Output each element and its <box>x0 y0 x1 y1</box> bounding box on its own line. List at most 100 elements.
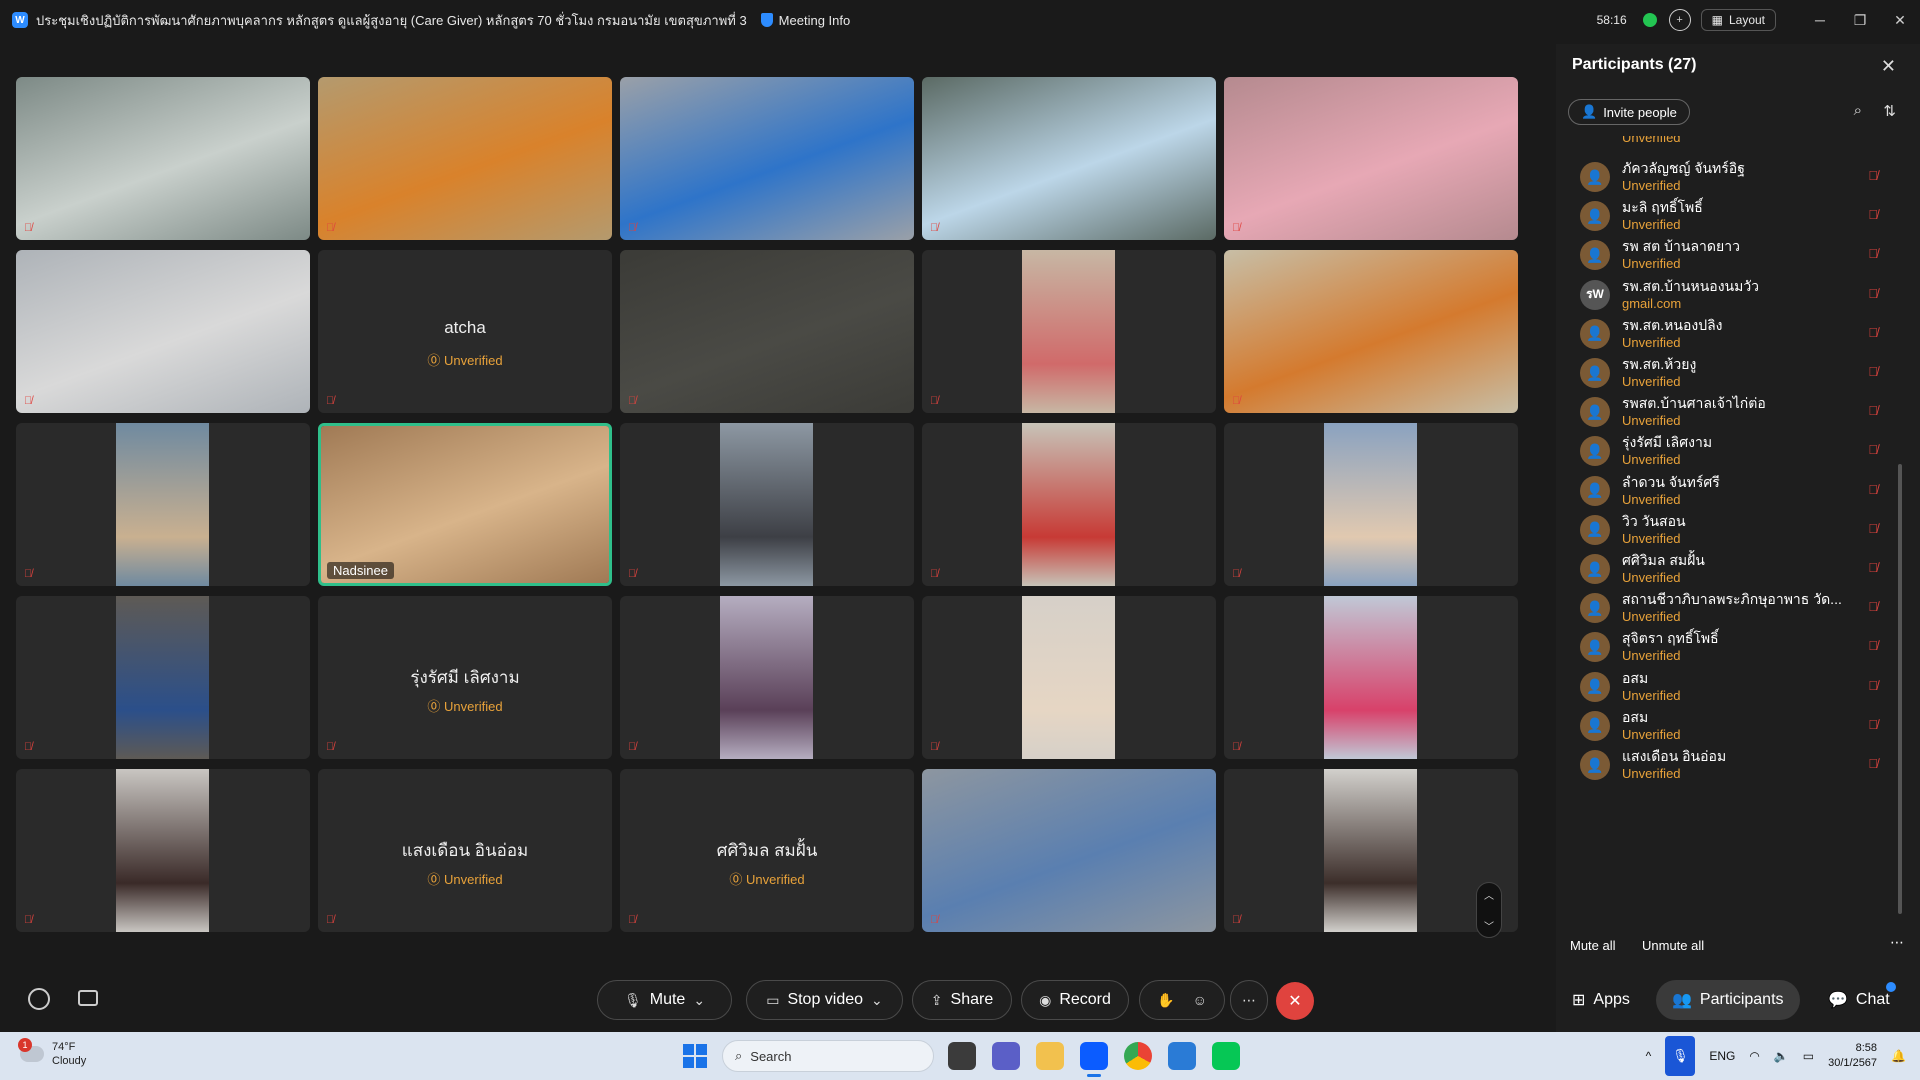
video-tile[interactable]: 🎙̸ <box>318 77 612 240</box>
participant-item-partial[interactable]: Unverified <box>1568 136 1888 156</box>
mic-muted-icon[interactable]: 🎙̸ <box>1868 482 1878 497</box>
participants-button[interactable]: 👥 Participants <box>1656 980 1800 1020</box>
weather-widget[interactable]: 1 74°F Cloudy <box>18 1038 86 1068</box>
mic-muted-icon[interactable]: 🎙̸ <box>1868 403 1878 418</box>
video-tile[interactable]: atcha ⓪ Unverified 🎙̸ <box>318 250 612 413</box>
task-view-icon[interactable] <box>948 1042 976 1070</box>
file-explorer-icon[interactable] <box>1036 1042 1064 1070</box>
chevron-down-icon[interactable]: ﹀ <box>1484 918 1494 933</box>
captions-icon[interactable] <box>78 990 98 1006</box>
participant-list-scrollbar[interactable] <box>1898 464 1902 914</box>
mute-all-button[interactable]: Mute all <box>1570 938 1616 953</box>
video-feed <box>1224 77 1518 240</box>
reactions-ring-icon[interactable] <box>28 988 50 1010</box>
video-tile[interactable]: 🎙̸ <box>922 250 1216 413</box>
mic-muted-icon[interactable]: 🎙̸ <box>1868 286 1878 301</box>
raise-hand-icon[interactable]: ✋ <box>1157 992 1174 1009</box>
chevron-up-icon[interactable]: ^ <box>1646 1049 1652 1063</box>
avatar: 👤 <box>1580 436 1610 467</box>
close-window-icon[interactable]: ✕ <box>1880 12 1920 29</box>
video-tile[interactable]: 🎙̸ <box>16 250 310 413</box>
zoom-app-icon[interactable] <box>1080 1042 1108 1070</box>
video-tile[interactable]: รุ่งรัศมี เลิศงาม ⓪ Unverified 🎙̸ <box>318 596 612 759</box>
mic-muted-icon[interactable]: 🎙̸ <box>1868 168 1878 183</box>
unverified-status: ⓪ Unverified <box>620 869 914 888</box>
person-icon: 👤 <box>1581 104 1598 119</box>
layout-button[interactable]: ▦ Layout <box>1700 9 1776 31</box>
video-tile[interactable]: 🎙̸ <box>16 596 310 759</box>
video-tile[interactable]: 🎙̸ <box>922 423 1216 586</box>
mic-muted-icon[interactable]: 🎙̸ <box>1868 678 1878 693</box>
record-button[interactable]: ◉ Record <box>1021 980 1129 1020</box>
photos-icon[interactable] <box>1168 1042 1196 1070</box>
battery-icon[interactable]: ▭ <box>1803 1049 1814 1063</box>
more-options-icon[interactable]: ⋯ <box>1890 934 1904 951</box>
mic-muted-icon[interactable]: 🎙̸ <box>1868 756 1878 771</box>
gallery-scroll-control[interactable]: ︿ ﹀ <box>1476 882 1502 938</box>
mic-muted-icon[interactable]: 🎙̸ <box>1868 364 1878 379</box>
minimize-icon[interactable]: ─ <box>1800 12 1840 28</box>
close-icon[interactable]: ✕ <box>1881 56 1896 77</box>
sort-icon[interactable]: ⇅ <box>1883 102 1896 120</box>
video-tile[interactable]: 🎙̸ <box>620 250 914 413</box>
video-tile[interactable]: 🎙̸ <box>620 423 914 586</box>
more-button[interactable]: ⋯ <box>1230 980 1268 1020</box>
restore-icon[interactable]: ❐ <box>1840 12 1880 29</box>
mic-muted-icon[interactable]: 🎙̸ <box>1868 521 1878 536</box>
microphone-in-use-icon[interactable]: 🎙 <box>1665 1036 1696 1076</box>
video-tile[interactable]: 🎙̸ <box>1224 423 1518 586</box>
language-indicator[interactable]: ENG <box>1709 1049 1735 1063</box>
video-tile[interactable]: 🎙̸ <box>1224 596 1518 759</box>
zoom-in-icon[interactable]: + <box>1668 9 1691 31</box>
mic-muted-icon[interactable]: 🎙̸ <box>1868 325 1878 340</box>
chevron-up-icon[interactable]: ︿ <box>1484 887 1494 902</box>
video-tile[interactable]: 🎙̸ <box>16 77 310 240</box>
clock[interactable]: 8:58 30/1/2567 <box>1828 1041 1877 1071</box>
share-button[interactable]: ⇪ Share <box>912 980 1012 1020</box>
mic-muted-icon[interactable]: 🎙̸ <box>1868 442 1878 457</box>
video-tile[interactable]: ศศิวิมล สมฝั้น ⓪ Unverified 🎙̸ <box>620 769 914 932</box>
video-tile[interactable]: 🎙̸ <box>922 77 1216 240</box>
mic-muted-icon[interactable]: 🎙̸ <box>1868 246 1878 261</box>
video-tile[interactable]: แสงเดือน อินอ่อม ⓪ Unverified 🎙̸ <box>318 769 612 932</box>
leave-meeting-button[interactable]: ✕ <box>1276 982 1314 1020</box>
video-tile[interactable]: 🎙̸ <box>620 77 914 240</box>
video-tile[interactable]: 🎙̸ <box>620 596 914 759</box>
stop-video-button[interactable]: ▭ Stop video ⌄ <box>746 980 903 1020</box>
video-tile[interactable]: 🎙̸ <box>922 596 1216 759</box>
mic-muted-icon[interactable]: 🎙̸ <box>1868 560 1878 575</box>
connection-status-icon[interactable] <box>1642 13 1657 27</box>
chevron-down-icon[interactable]: ⌄ <box>693 992 705 1009</box>
mute-button[interactable]: 🎙 Mute ⌄ <box>597 980 732 1020</box>
video-tile[interactable]: 🎙̸ <box>16 423 310 586</box>
meeting-info-button[interactable]: Meeting Info <box>760 13 850 28</box>
emoji-icon[interactable]: ☺ <box>1193 992 1207 1008</box>
taskbar-search[interactable]: ⌕ Search <box>722 1040 934 1072</box>
mic-muted-icon[interactable]: 🎙̸ <box>1868 207 1878 222</box>
video-tile[interactable]: 🎙̸ <box>1224 769 1518 932</box>
search-icon[interactable]: ⌕ <box>1854 102 1862 119</box>
video-feed <box>318 77 612 240</box>
start-button-icon[interactable] <box>683 1044 707 1068</box>
wifi-icon[interactable]: ◠ <box>1749 1049 1759 1063</box>
chat-button[interactable]: 💬 Chat <box>1812 980 1906 1020</box>
mic-muted-icon[interactable]: 🎙̸ <box>1868 599 1878 614</box>
unmute-all-button[interactable]: Unmute all <box>1642 938 1704 953</box>
video-tile[interactable]: 🎙̸ <box>922 769 1216 932</box>
line-app-icon[interactable] <box>1212 1042 1240 1070</box>
participant-item[interactable]: 👤 แสงเดือน อินอ่อม Unverified 🎙̸ <box>1568 744 1888 792</box>
teams-icon[interactable] <box>992 1042 1020 1070</box>
video-tile[interactable]: 🎙̸ <box>16 769 310 932</box>
invite-people-button[interactable]: 👤 Invite people <box>1568 99 1690 125</box>
unverified-status: ⓪ Unverified <box>318 696 612 715</box>
volume-icon[interactable]: 🔈 <box>1774 1049 1789 1063</box>
chevron-down-icon[interactable]: ⌄ <box>871 992 883 1009</box>
chrome-icon[interactable] <box>1124 1042 1152 1070</box>
mic-muted-icon[interactable]: 🎙̸ <box>1868 717 1878 732</box>
video-tile[interactable]: 🎙̸ <box>1224 250 1518 413</box>
video-tile[interactable]: Nadsinee <box>318 423 612 586</box>
apps-button[interactable]: ⊞ Apps <box>1556 980 1646 1020</box>
mic-muted-icon[interactable]: 🎙̸ <box>1868 638 1878 653</box>
notifications-icon[interactable]: 🔔 <box>1891 1049 1906 1063</box>
video-tile[interactable]: 🎙̸ <box>1224 77 1518 240</box>
